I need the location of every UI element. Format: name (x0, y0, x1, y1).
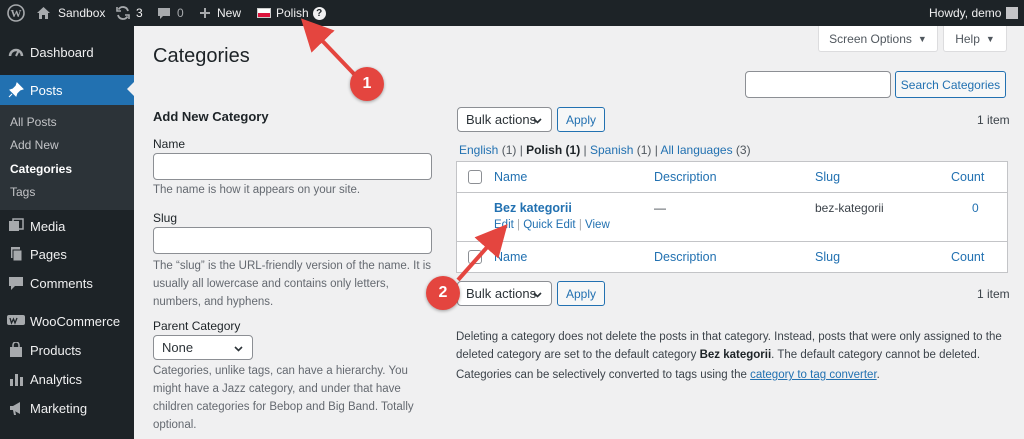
annotation-badge-2: 2 (426, 276, 460, 310)
annotation-badge-1: 1 (350, 67, 384, 101)
annotation-arrow-2 (456, 224, 508, 282)
annotation-arrows (300, 18, 508, 282)
annotation-arrow-1 (300, 18, 357, 77)
